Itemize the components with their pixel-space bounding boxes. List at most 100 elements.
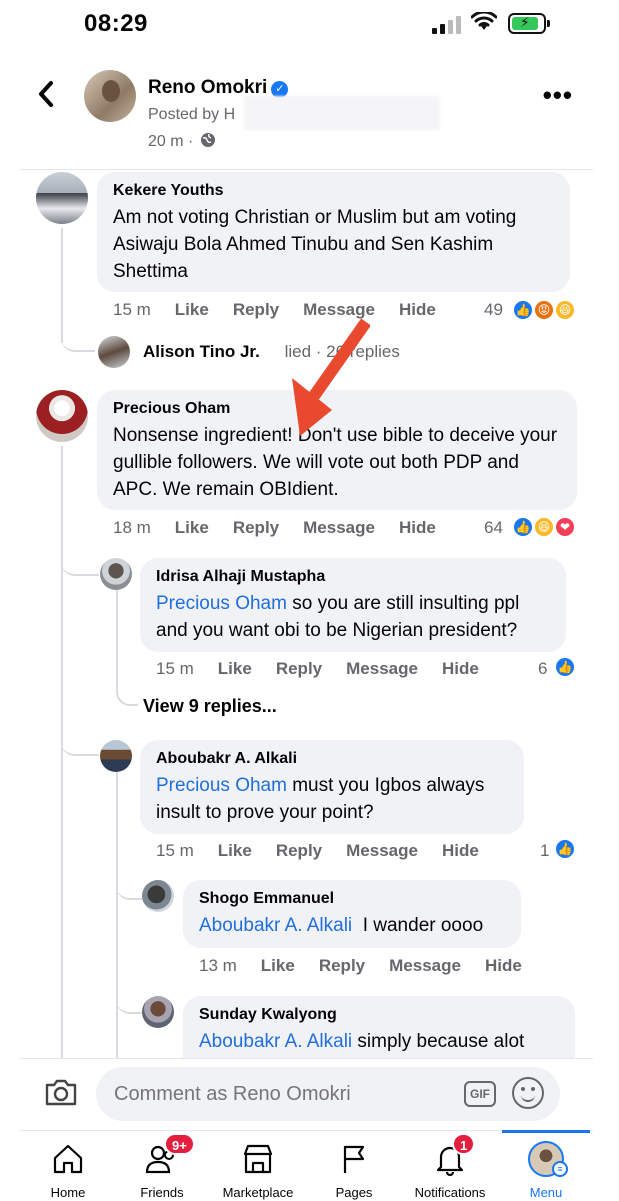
tab-label: Marketplace bbox=[222, 1185, 294, 1200]
like-reaction-icon: 👍 bbox=[554, 656, 576, 678]
red-arrow-annotation bbox=[292, 318, 370, 436]
avatar[interactable] bbox=[100, 740, 132, 772]
comment-time: 13 m bbox=[199, 956, 237, 975]
page-name-text[interactable]: Reno Omokri bbox=[148, 77, 267, 98]
gif-icon[interactable]: GIF bbox=[464, 1081, 496, 1107]
view-replies-link[interactable]: View 9 replies... bbox=[143, 696, 277, 717]
comment-time: 15 m bbox=[156, 659, 194, 678]
thread-connector bbox=[116, 984, 142, 1014]
comment-author[interactable]: Kekere Youths bbox=[113, 182, 554, 200]
avatar[interactable] bbox=[100, 558, 132, 590]
camera-icon[interactable] bbox=[44, 1077, 78, 1107]
globe-icon bbox=[200, 133, 215, 147]
tab-marketplace[interactable]: Marketplace bbox=[210, 1131, 306, 1201]
like-button[interactable]: Like bbox=[175, 518, 209, 537]
thread-connector bbox=[61, 320, 95, 352]
reaction-count[interactable]: 6 bbox=[538, 659, 547, 679]
reaction-count[interactable]: 49 bbox=[484, 300, 503, 320]
message-button[interactable]: Message bbox=[346, 659, 418, 678]
comment-actions: 18 m Like Reply Message Hide bbox=[113, 518, 460, 538]
status-bar: 08:29 ⚡ bbox=[0, 0, 619, 50]
more-icon[interactable]: ••• bbox=[543, 80, 573, 111]
reaction-count[interactable]: 1 bbox=[540, 841, 549, 861]
replier-name[interactable]: Alison Tino Jr. bbox=[143, 342, 260, 361]
pages-icon bbox=[343, 1145, 365, 1173]
post-header: Reno Omokri ✓ Posted by H 20 m · ••• bbox=[20, 60, 593, 170]
reply-button[interactable]: Reply bbox=[276, 659, 322, 678]
menu-overlay-icon: ≡ bbox=[552, 1161, 568, 1177]
reply-button[interactable]: Reply bbox=[233, 300, 279, 319]
reply-button[interactable]: Reply bbox=[276, 841, 322, 860]
post-time-text: 20 m · bbox=[148, 133, 194, 150]
like-reaction-icon: 👍 bbox=[512, 299, 534, 321]
haha-reaction-icon: 😆 bbox=[554, 299, 576, 321]
comment-body: simply because alot bbox=[352, 1031, 525, 1052]
back-icon bbox=[39, 81, 53, 107]
like-reaction-icon: 👍 bbox=[554, 838, 576, 860]
haha-reaction-icon: 😆 bbox=[533, 516, 555, 538]
like-button[interactable]: Like bbox=[218, 841, 252, 860]
message-button[interactable]: Message bbox=[303, 300, 375, 319]
emoji-icon[interactable] bbox=[512, 1077, 544, 1109]
message-button[interactable]: Message bbox=[389, 956, 461, 975]
reply-button[interactable]: Reply bbox=[233, 518, 279, 537]
like-button[interactable]: Like bbox=[261, 956, 295, 975]
comment-body: I wander oooo bbox=[352, 915, 484, 936]
tab-label: Menu bbox=[529, 1185, 563, 1200]
tab-label: Pages bbox=[335, 1185, 373, 1200]
comment-bubble: Idrisa Alhaji Mustapha Precious Oham so … bbox=[140, 558, 566, 652]
comment-text: Aboubakr A. Alkali I wander oooo bbox=[199, 912, 505, 939]
tab-menu[interactable]: ≡ Menu bbox=[498, 1130, 594, 1201]
avatar[interactable] bbox=[142, 880, 174, 912]
comment-text: Am not voting Christian or Muslim but am… bbox=[113, 207, 517, 282]
comment-bubble: Kekere Youths Am not voting Christian or… bbox=[97, 172, 570, 292]
tab-friends[interactable]: 9+ Friends bbox=[114, 1131, 210, 1201]
like-button[interactable]: Like bbox=[175, 300, 209, 319]
hide-button[interactable]: Hide bbox=[485, 956, 522, 975]
page-avatar[interactable] bbox=[84, 70, 136, 122]
avatar[interactable] bbox=[98, 336, 130, 368]
mention-link[interactable]: Precious Oham bbox=[156, 593, 287, 614]
tab-home[interactable]: Home bbox=[20, 1131, 116, 1201]
post-time: 20 m · bbox=[148, 132, 216, 151]
comment-author[interactable]: Idrisa Alhaji Mustapha bbox=[156, 568, 550, 586]
comment-bubble: Sunday Kwalyong Aboubakr A. Alkali simpl… bbox=[183, 996, 575, 1058]
comment-actions: 13 m Like Reply Message Hide bbox=[199, 956, 546, 976]
reply-button[interactable]: Reply bbox=[319, 956, 365, 975]
comment-author[interactable]: Sunday Kwalyong bbox=[199, 1006, 559, 1024]
avatar[interactable] bbox=[36, 390, 88, 442]
avatar[interactable] bbox=[36, 172, 88, 224]
tab-notifications[interactable]: 1 Notifications bbox=[402, 1131, 498, 1201]
notifications-badge: 1 bbox=[452, 1133, 476, 1155]
thread-line bbox=[61, 446, 63, 1058]
avatar[interactable] bbox=[142, 996, 174, 1028]
hide-button[interactable]: Hide bbox=[399, 300, 436, 319]
reaction-count[interactable]: 64 bbox=[484, 518, 503, 538]
comment-text: Precious Oham so you are still insulting… bbox=[156, 590, 550, 644]
posted-by: Posted by H bbox=[148, 106, 236, 123]
hide-button[interactable]: Hide bbox=[442, 659, 479, 678]
back-button[interactable] bbox=[36, 80, 56, 116]
comment-author[interactable]: Shogo Emmanuel bbox=[199, 890, 505, 908]
mention-link[interactable]: Precious Oham bbox=[156, 775, 287, 796]
hide-button[interactable]: Hide bbox=[442, 841, 479, 860]
message-button[interactable]: Message bbox=[303, 518, 375, 537]
friends-badge: 9+ bbox=[164, 1133, 195, 1155]
tab-pages[interactable]: Pages bbox=[306, 1131, 402, 1201]
mention-link[interactable]: Aboubakr A. Alkali bbox=[199, 1031, 352, 1052]
comment-time: 15 m bbox=[156, 841, 194, 860]
mention-link[interactable]: Aboubakr A. Alkali bbox=[199, 915, 352, 936]
comment-bubble: Shogo Emmanuel Aboubakr A. Alkali I wand… bbox=[183, 880, 521, 948]
comment-actions: 15 m Like Reply Message Hide bbox=[156, 841, 503, 861]
redacted-area bbox=[244, 96, 440, 130]
angry-reaction-icon: 😡 bbox=[533, 299, 555, 321]
comment-author[interactable]: Aboubakr A. Alkali bbox=[156, 750, 508, 768]
bottom-tab-bar: Home 9+ Friends Marketplace Pages 1 Noti… bbox=[20, 1130, 593, 1200]
status-time: 08:29 bbox=[84, 10, 148, 37]
hide-button[interactable]: Hide bbox=[399, 518, 436, 537]
comment-time: 15 m bbox=[113, 300, 151, 319]
comment-bubble: Aboubakr A. Alkali Precious Oham must yo… bbox=[140, 740, 524, 834]
message-button[interactable]: Message bbox=[346, 841, 418, 860]
like-button[interactable]: Like bbox=[218, 659, 252, 678]
thread-connector bbox=[61, 720, 99, 756]
